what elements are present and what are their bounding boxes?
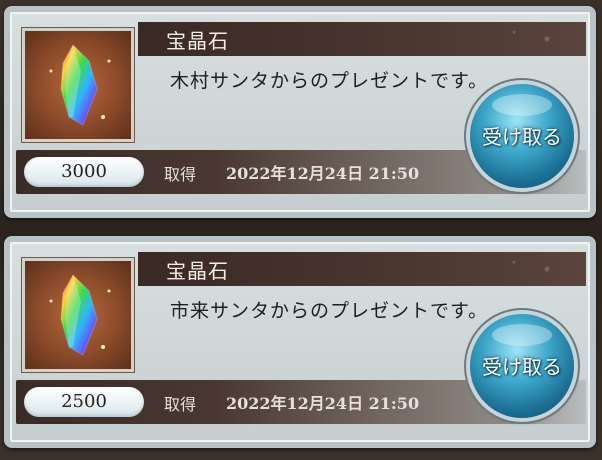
receive-button[interactable]: 受け取る xyxy=(470,314,574,418)
item-thumbnail xyxy=(22,28,134,142)
acquired-date: 2022年12月24日 21:50 xyxy=(226,164,420,183)
amount-badge: 3000 xyxy=(24,157,144,187)
title-bar: 宝晶石 xyxy=(138,22,586,56)
title-bar: 宝晶石 xyxy=(138,252,586,286)
receive-button-label: 受け取る xyxy=(482,125,562,149)
acquired-label: 取得 xyxy=(164,165,197,184)
gift-message: 市来サンタからのプレゼントです。 xyxy=(170,300,489,322)
item-name: 宝晶石 xyxy=(166,259,229,283)
gift-message: 木村サンタからのプレゼントです。 xyxy=(170,70,489,92)
crystal-icon xyxy=(49,274,111,356)
decoration xyxy=(470,252,580,286)
item-name: 宝晶石 xyxy=(166,29,229,53)
crystal-icon xyxy=(49,44,111,126)
amount-badge: 2500 xyxy=(24,387,144,417)
item-thumbnail xyxy=(22,258,134,372)
receive-button[interactable]: 受け取る xyxy=(470,84,574,188)
decoration xyxy=(470,22,580,56)
acquired-label: 取得 xyxy=(164,395,197,414)
gift-card: 宝晶石 木村サンタからのプレゼントです。 3000 取得 2022年12月24日… xyxy=(4,6,596,218)
acquired-date: 2022年12月24日 21:50 xyxy=(226,394,420,413)
receive-button-label: 受け取る xyxy=(482,355,562,379)
gift-card: 宝晶石 市来サンタからのプレゼントです。 2500 取得 2022年12月24日… xyxy=(4,236,596,448)
